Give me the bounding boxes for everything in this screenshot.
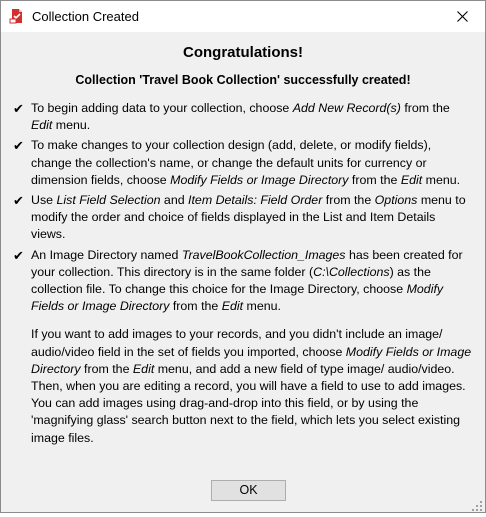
title-bar[interactable]: Collection Created <box>1 1 485 32</box>
dialog-window: Collection Created Congratulations! Coll… <box>0 0 486 513</box>
info-text: To make changes to your collection desig… <box>31 138 461 187</box>
info-text: An Image Directory named TravelBookColle… <box>31 247 463 314</box>
checkmark-icon: ✔ <box>13 138 24 154</box>
info-item: ✔ An Image Directory named TravelBookCol… <box>13 247 473 316</box>
resize-grip-icon[interactable] <box>472 499 483 511</box>
collection-app-icon <box>9 8 25 24</box>
info-item: ✔ To begin adding data to your collectio… <box>13 100 473 134</box>
checkmark-icon: ✔ <box>13 101 24 116</box>
checkmark-icon: ✔ <box>13 193 24 209</box>
info-list: ✔ To begin adding data to your collectio… <box>13 100 473 447</box>
close-button[interactable] <box>439 1 485 32</box>
dialog-heading: Congratulations! <box>183 44 303 61</box>
close-icon <box>457 11 468 22</box>
window-title: Collection Created <box>32 9 139 24</box>
info-item: ✔ To make changes to your collection des… <box>13 137 473 189</box>
checkmark-icon: ✔ <box>13 247 24 263</box>
info-item: ✔ Use List Field Selection and Item Deta… <box>13 192 473 244</box>
images-note: If you want to add images to your record… <box>31 327 472 445</box>
ok-button[interactable]: OK <box>211 480 286 501</box>
dialog-content: Congratulations! Collection 'Travel Book… <box>1 32 485 512</box>
info-text: To begin adding data to your collection,… <box>31 101 450 133</box>
dialog-subheading: Collection 'Travel Book Collection' succ… <box>75 73 411 87</box>
info-text: Use List Field Selection and Item Detail… <box>31 193 466 242</box>
